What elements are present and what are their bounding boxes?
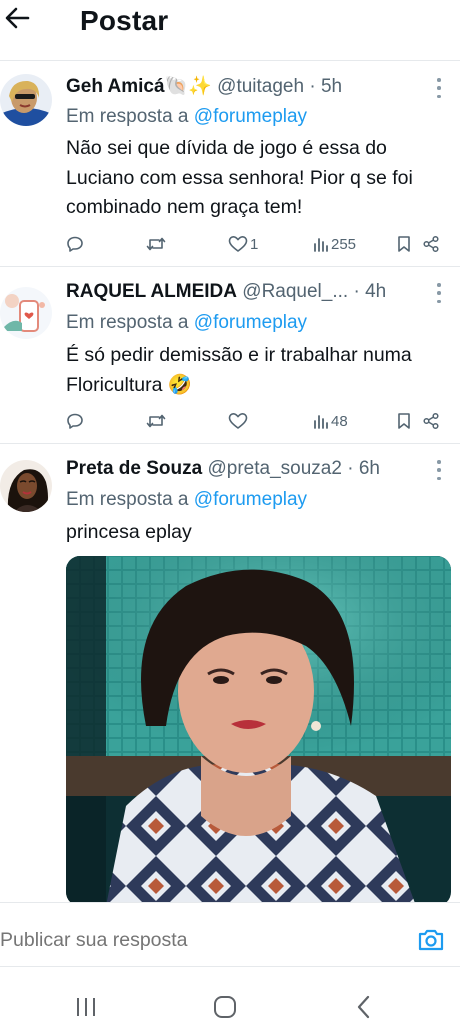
author-name[interactable]: Preta de Souza: [66, 458, 202, 479]
more-options-button[interactable]: [436, 78, 442, 98]
avatar[interactable]: [0, 287, 52, 339]
camera-icon: [418, 929, 444, 951]
header-divider: [0, 60, 460, 61]
chevron-left-icon: [357, 995, 370, 1019]
tweet-header: Geh Amicá🐚✨ @tuitageh · 5h: [66, 74, 424, 100]
reply-input[interactable]: [0, 929, 380, 952]
share-icon: [423, 412, 439, 430]
reply-button[interactable]: [66, 233, 84, 255]
recent-apps-icon: [77, 998, 95, 1016]
tweet-text: princesa eplay: [66, 521, 192, 543]
tweet-time: · 6h: [347, 458, 380, 479]
reply-mention-link[interactable]: @forumeplay: [194, 106, 307, 127]
author-name[interactable]: Geh Amicá🐚✨: [66, 76, 212, 97]
avatar[interactable]: [0, 460, 52, 512]
reply-tweet[interactable]: RAQUEL ALMEIDA @Raquel_... · 4h Em respo…: [0, 267, 460, 444]
view-count: 48: [331, 412, 348, 430]
comment-icon: [67, 413, 83, 429]
reply-mention-link[interactable]: @forumeplay: [194, 312, 307, 333]
page-title: Postar: [80, 5, 169, 36]
bookmark-button[interactable]: [396, 410, 412, 432]
bookmark-icon: [398, 236, 410, 252]
author-handle[interactable]: @Raquel_...: [242, 281, 348, 302]
reply-compose-bar: [0, 902, 460, 968]
retweet-icon: [146, 414, 166, 428]
share-button[interactable]: [422, 410, 440, 432]
share-icon: [423, 235, 439, 253]
tweet-text: É só pedir demissão e ir trabalhar numa …: [66, 344, 412, 396]
recent-apps-button[interactable]: [66, 990, 106, 1024]
reply-prefix: Em resposta a: [66, 106, 189, 127]
heart-icon: [228, 236, 248, 252]
system-nav-bar: [0, 990, 460, 1024]
home-icon: [214, 996, 236, 1018]
arrow-left-icon: [5, 7, 30, 29]
more-options-button[interactable]: [436, 283, 442, 303]
tweet-actions: 1 255: [66, 233, 446, 255]
like-button[interactable]: [228, 410, 250, 432]
reply-tweet[interactable]: Geh Amicá🐚✨ @tuitageh · 5h Em resposta a…: [0, 62, 460, 267]
compose-divider: [0, 966, 460, 967]
top-bar: Postar: [0, 0, 460, 58]
more-options-button[interactable]: [436, 460, 442, 480]
reply-prefix: Em resposta a: [66, 489, 189, 510]
reply-button[interactable]: [66, 410, 84, 432]
views-button[interactable]: 255: [313, 233, 356, 255]
home-button[interactable]: [205, 990, 245, 1024]
camera-button[interactable]: [416, 925, 446, 955]
tweet-time: · 5h: [309, 76, 343, 97]
heart-icon: [228, 413, 248, 429]
author-name[interactable]: RAQUEL ALMEIDA: [66, 281, 237, 302]
tweet-time: · 4h: [353, 281, 387, 302]
tweet-text: Não sei que dívida de jogo é essa do Luc…: [66, 137, 413, 218]
bar-chart-icon: [314, 238, 328, 252]
retweet-button[interactable]: [146, 233, 166, 255]
author-handle[interactable]: @tuitageh: [217, 76, 304, 97]
view-count: 255: [331, 235, 357, 253]
comment-icon: [67, 236, 83, 252]
reply-context: Em resposta a @forumeplay: [66, 487, 307, 513]
like-button[interactable]: 1: [228, 233, 258, 255]
tweet-header: Preta de Souza @preta_souza2 · 6h: [66, 456, 424, 482]
avatar[interactable]: [0, 74, 52, 126]
bookmark-icon: [398, 413, 410, 429]
system-back-button[interactable]: [344, 990, 384, 1024]
tweet-header: RAQUEL ALMEIDA @Raquel_... · 4h: [66, 279, 424, 305]
back-button[interactable]: [2, 3, 32, 33]
retweet-button[interactable]: [146, 410, 166, 432]
reply-prefix: Em resposta a: [66, 312, 189, 333]
reply-context: Em resposta a @forumeplay: [66, 104, 307, 130]
reply-mention-link[interactable]: @forumeplay: [194, 489, 307, 510]
retweet-icon: [146, 237, 166, 251]
like-count: 1: [250, 235, 259, 253]
reply-context: Em resposta a @forumeplay: [66, 310, 307, 336]
author-handle[interactable]: @preta_souza2: [208, 458, 342, 479]
bar-chart-icon: [314, 415, 328, 429]
tweet-media-image[interactable]: [66, 556, 451, 906]
views-button[interactable]: 48: [313, 410, 348, 432]
bookmark-button[interactable]: [396, 233, 412, 255]
tweet-actions: 48: [66, 410, 446, 432]
share-button[interactable]: [422, 233, 440, 255]
